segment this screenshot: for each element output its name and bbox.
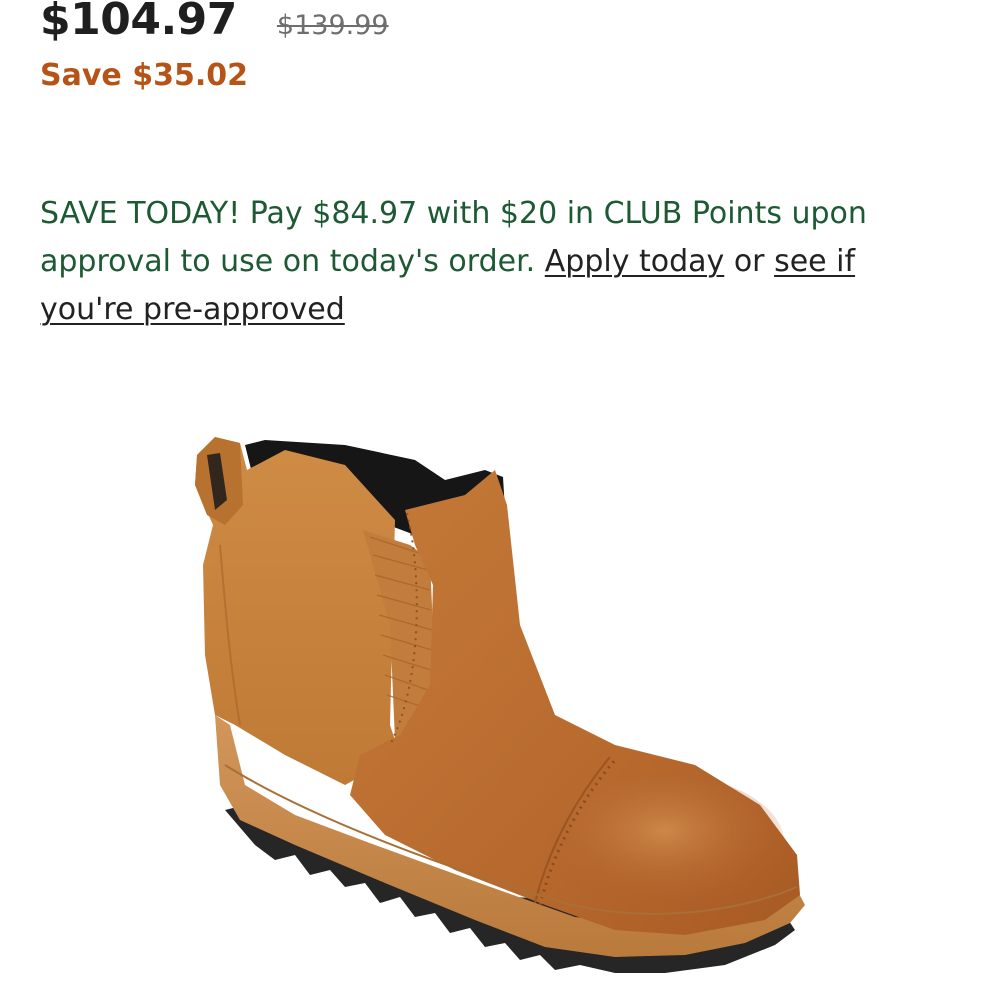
promo-connector: or — [733, 244, 765, 279]
apply-today-link[interactable]: Apply today — [545, 244, 725, 279]
price-row: $104.97 $139.99 — [40, 0, 389, 45]
savings-label: Save $35.02 — [40, 58, 248, 93]
original-price: $139.99 — [276, 10, 389, 41]
ankle-boot-image[interactable] — [185, 425, 825, 990]
product-detail-page: $104.97 $139.99 Save $35.02 SAVE TODAY! … — [0, 0, 1000, 1000]
current-price: $104.97 — [40, 0, 237, 45]
club-points-promo: SAVE TODAY! Pay $84.97 with $20 in CLUB … — [40, 190, 940, 334]
